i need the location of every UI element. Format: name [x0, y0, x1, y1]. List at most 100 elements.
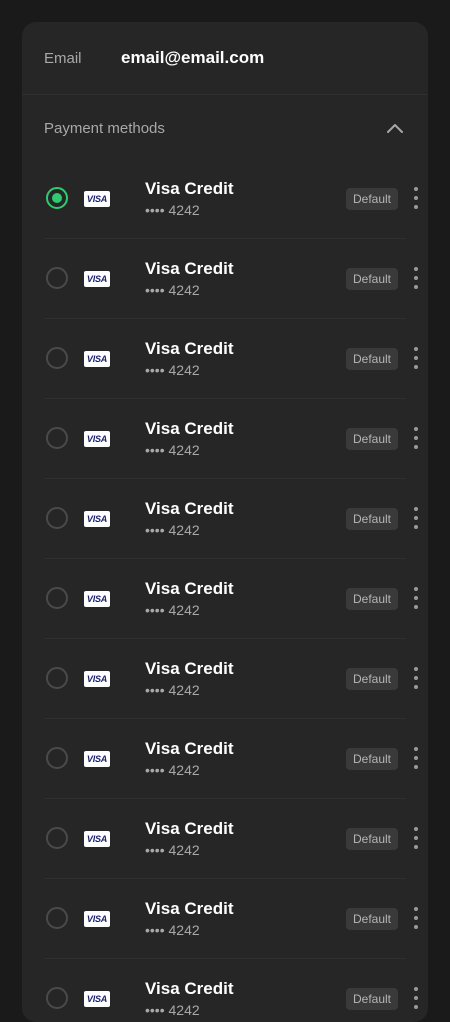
payment-method-radio[interactable]: [46, 507, 68, 529]
more-vertical-icon[interactable]: [410, 507, 422, 529]
more-dot: [414, 427, 418, 431]
payment-method-radio[interactable]: [46, 347, 68, 369]
more-dot: [414, 507, 418, 511]
visa-icon: VISA: [84, 191, 110, 207]
more-dot: [414, 845, 418, 849]
card-brand-text: VISA: [86, 994, 108, 1004]
card-name: Visa Credit: [145, 579, 234, 598]
more-dot: [414, 667, 418, 671]
payment-method-row[interactable]: VISA Visa Credit •••• 4242 Default: [44, 239, 418, 319]
payment-method-radio[interactable]: [46, 187, 68, 209]
more-vertical-icon[interactable]: [410, 667, 422, 689]
payment-method-row[interactable]: VISA Visa Credit •••• 4242 Default: [44, 559, 418, 639]
more-dot: [414, 756, 418, 760]
more-dot: [414, 765, 418, 769]
card-brand-text: VISA: [86, 914, 108, 924]
email-label: Email: [44, 49, 82, 67]
more-dot: [414, 276, 418, 280]
card-name: Visa Credit: [145, 499, 234, 518]
default-badge: Default: [346, 988, 398, 1010]
payment-method-radio[interactable]: [46, 907, 68, 929]
more-dot: [414, 587, 418, 591]
more-vertical-icon[interactable]: [410, 747, 422, 769]
more-vertical-icon[interactable]: [410, 827, 422, 849]
more-dot: [414, 1005, 418, 1009]
account-card: Email email@email.com Payment methods VI…: [22, 22, 428, 1022]
card-name: Visa Credit: [145, 339, 234, 358]
card-brand-text: VISA: [86, 354, 108, 364]
more-dot: [414, 836, 418, 840]
chevron-up-icon[interactable]: [386, 122, 404, 134]
more-vertical-icon[interactable]: [410, 587, 422, 609]
default-badge: Default: [346, 908, 398, 930]
more-vertical-icon[interactable]: [410, 427, 422, 449]
visa-icon: VISA: [84, 511, 110, 527]
card-brand-text: VISA: [86, 834, 108, 844]
card-number: •••• 4242: [145, 762, 200, 778]
more-dot: [414, 445, 418, 449]
email-value: email@email.com: [121, 48, 265, 67]
card-number: •••• 4242: [145, 522, 200, 538]
more-vertical-icon[interactable]: [410, 907, 422, 929]
more-dot: [414, 827, 418, 831]
card-name: Visa Credit: [145, 739, 234, 758]
card-number: •••• 4242: [145, 202, 200, 218]
visa-icon: VISA: [84, 911, 110, 927]
more-dot: [414, 907, 418, 911]
more-dot: [414, 596, 418, 600]
more-dot: [414, 516, 418, 520]
visa-icon: VISA: [84, 271, 110, 287]
card-number: •••• 4242: [145, 602, 200, 618]
more-vertical-icon[interactable]: [410, 267, 422, 289]
more-dot: [414, 356, 418, 360]
more-vertical-icon[interactable]: [410, 347, 422, 369]
card-brand-text: VISA: [86, 594, 108, 604]
more-dot: [414, 347, 418, 351]
payment-method-row[interactable]: VISA Visa Credit •••• 4242 Default: [44, 479, 418, 559]
payment-method-radio[interactable]: [46, 587, 68, 609]
card-name: Visa Credit: [145, 259, 234, 278]
payment-method-row[interactable]: VISA Visa Credit •••• 4242 Default: [44, 719, 418, 799]
payment-method-row[interactable]: VISA Visa Credit •••• 4242 Default: [44, 319, 418, 399]
more-dot: [414, 685, 418, 689]
payment-method-radio[interactable]: [46, 747, 68, 769]
default-badge: Default: [346, 508, 398, 530]
payment-method-radio[interactable]: [46, 827, 68, 849]
payment-methods-header[interactable]: Payment methods: [22, 97, 428, 159]
visa-icon: VISA: [84, 671, 110, 687]
card-name: Visa Credit: [145, 419, 234, 438]
payment-method-radio[interactable]: [46, 667, 68, 689]
payment-method-radio[interactable]: [46, 987, 68, 1009]
default-badge: Default: [346, 188, 398, 210]
more-dot: [414, 525, 418, 529]
card-number: •••• 4242: [145, 282, 200, 298]
default-badge: Default: [346, 268, 398, 290]
card-name: Visa Credit: [145, 979, 234, 998]
payment-method-row[interactable]: VISA Visa Credit •••• 4242 Default: [44, 799, 418, 879]
payment-method-row[interactable]: VISA Visa Credit •••• 4242 Default: [44, 959, 418, 1022]
more-dot: [414, 436, 418, 440]
more-dot: [414, 996, 418, 1000]
more-vertical-icon[interactable]: [410, 987, 422, 1009]
card-brand-text: VISA: [86, 274, 108, 284]
card-brand-text: VISA: [86, 754, 108, 764]
payment-method-row[interactable]: VISA Visa Credit •••• 4242 Default: [44, 879, 418, 959]
payment-method-row[interactable]: VISA Visa Credit •••• 4242 Default: [44, 159, 418, 239]
payment-method-radio[interactable]: [46, 427, 68, 449]
card-name: Visa Credit: [145, 659, 234, 678]
more-dot: [414, 365, 418, 369]
payment-methods-list: VISA Visa Credit •••• 4242 Default VISA Visa …: [22, 159, 428, 1022]
email-row: Email email@email.com: [22, 22, 428, 95]
more-vertical-icon[interactable]: [410, 187, 422, 209]
payment-method-radio[interactable]: [46, 267, 68, 289]
payment-method-row[interactable]: VISA Visa Credit •••• 4242 Default: [44, 399, 418, 479]
card-number: •••• 4242: [145, 442, 200, 458]
visa-icon: VISA: [84, 831, 110, 847]
more-dot: [414, 916, 418, 920]
card-number: •••• 4242: [145, 682, 200, 698]
payment-method-row[interactable]: VISA Visa Credit •••• 4242 Default: [44, 639, 418, 719]
card-brand-text: VISA: [86, 674, 108, 684]
default-badge: Default: [346, 748, 398, 770]
more-dot: [414, 205, 418, 209]
more-dot: [414, 676, 418, 680]
